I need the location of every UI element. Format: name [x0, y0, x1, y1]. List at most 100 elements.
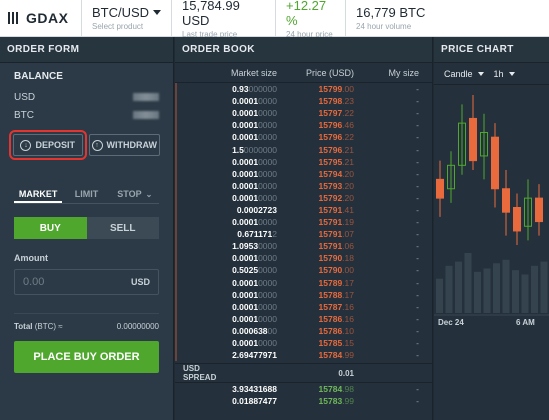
price: 15791.07 [277, 229, 354, 239]
chevron-down-icon [153, 10, 162, 15]
size-main: 0.0001 [232, 313, 259, 324]
order-book-row[interactable]: 1.50000000 15796.21- [175, 143, 432, 155]
size-trailing: 0000 [258, 180, 277, 191]
my-size: - [416, 301, 419, 312]
order-book-row[interactable]: 0.00010000 15796.46- [175, 119, 432, 131]
tab-limit[interactable]: LIMIT [62, 184, 110, 203]
order-book-row[interactable]: 0.00010000 15790.18- [175, 252, 432, 264]
last-trade-stat: 15,784.99 USD Last trade price [172, 0, 276, 39]
sell-button[interactable]: SELL [86, 217, 159, 239]
price-decimals: .10 [342, 325, 354, 336]
balance-currency: USD [14, 91, 36, 103]
price: 15798.23 [277, 96, 354, 106]
size-main: 0.0001 [232, 108, 259, 119]
order-book-row[interactable]: 0.50250000 15790.00- [175, 264, 432, 276]
interval-dropdown[interactable]: 1h [494, 69, 515, 79]
size-main: 3.93431688 [232, 384, 277, 395]
volume-bar [455, 261, 462, 313]
price: 15796.21 [277, 145, 354, 155]
market-size: 0.00010000 [175, 338, 277, 348]
size-main: 0.0001 [232, 217, 259, 228]
price-main: 15796 [318, 144, 343, 155]
my-size: - [416, 217, 419, 228]
order-book-row[interactable]: 0.0002723 15791.41- [175, 204, 432, 216]
order-book-row[interactable]: 2.69477971 15784.99- [175, 349, 432, 361]
buy-button[interactable]: BUY [14, 217, 87, 239]
price-main: 15786 [318, 325, 343, 336]
chart-controls: Candle 1h [434, 63, 549, 85]
size-main: 0.0001 [232, 96, 259, 107]
order-book-row[interactable]: 0.00010000 15796.22- [175, 131, 432, 143]
my-size: - [416, 96, 419, 107]
order-book-row[interactable]: 0.00010000 15791.19- [175, 216, 432, 228]
size-main: 0.0001 [232, 132, 259, 143]
size-trailing: 0000 [258, 277, 277, 288]
order-book-row[interactable]: 0.00010000 15787.16- [175, 301, 432, 313]
order-book-row[interactable]: 0.00010000 15794.20- [175, 168, 432, 180]
chevron-down-icon: ⌄ [145, 190, 153, 199]
size-trailing: 0000 [258, 253, 277, 264]
order-book-row[interactable]: 0.00010000 15789.17- [175, 277, 432, 289]
price-decimals: .07 [342, 229, 354, 240]
price-decimals: .16 [342, 301, 354, 312]
order-book-row[interactable]: 0.00063800 15786.10- [175, 325, 432, 337]
market-size: 0.00010000 [175, 120, 277, 130]
price-main: 15791 [318, 241, 343, 252]
gdax-logo[interactable]: GDAX [0, 0, 82, 36]
my-size: - [416, 338, 419, 349]
price-main: 15795 [318, 156, 343, 167]
size-main: 0.0001 [232, 338, 259, 349]
order-book-row[interactable]: 0.00010000 15792.20- [175, 192, 432, 204]
product-caption: Select product [92, 22, 144, 31]
change-value: +12.27 % [286, 0, 327, 28]
market-size: 0.00010000 [175, 314, 277, 324]
order-book-row[interactable]: 0.01887477 15783.99- [175, 395, 432, 407]
order-book-row[interactable]: 0.00010000 15786.16- [175, 313, 432, 325]
my-size: - [416, 204, 419, 215]
deposit-button[interactable]: ↓ DEPOSIT [9, 130, 87, 160]
balance-section: BALANCE USD BTC [0, 63, 173, 124]
order-book-row[interactable]: 1.09530000 15791.06- [175, 240, 432, 252]
order-book-row[interactable]: 0.6711712 15791.07- [175, 228, 432, 240]
market-size: 0.6711712 [175, 229, 277, 239]
price: 15796.46 [277, 120, 354, 130]
x-tick-label: 6 AM [516, 318, 535, 327]
tab-stop[interactable]: STOP ⌄ [111, 184, 159, 203]
amount-input[interactable]: 0.00 USD [14, 269, 159, 295]
size-trailing: 0000 [258, 338, 277, 349]
order-book-row[interactable]: 0.00010000 15798.23- [175, 95, 432, 107]
volume-bar [464, 253, 472, 313]
price: 15797.22 [277, 108, 354, 118]
price-main: 15790 [318, 265, 343, 276]
place-buy-order-button[interactable]: PLACE BUY ORDER [14, 341, 159, 373]
volume-bar [474, 271, 481, 313]
my-size: - [416, 253, 419, 264]
order-book-row[interactable]: 0.00010000 15793.20- [175, 180, 432, 192]
product-selector[interactable]: BTC/USD Select product [82, 0, 172, 36]
gdax-logo-icon [8, 11, 22, 25]
price-decimals: .15 [342, 338, 354, 349]
spread-value: 0.01 [338, 368, 354, 378]
price: 15792.20 [277, 193, 354, 203]
market-size: 3.93431688 [175, 384, 277, 394]
order-book-rows[interactable]: 0.93000000 15799.00-0.00010000 15798.23-0.… [175, 83, 432, 407]
order-book-row[interactable]: 0.00010000 15785.15- [175, 337, 432, 349]
chart-type-dropdown[interactable]: Candle [444, 69, 484, 79]
size-trailing: 0000 [258, 289, 277, 300]
tab-market[interactable]: MARKET [14, 184, 63, 203]
price: 15784.98 [277, 384, 354, 394]
order-book-title: ORDER BOOK [175, 37, 432, 63]
candlestick-chart[interactable]: Dec 24 6 AM [434, 85, 549, 385]
order-book-row[interactable]: 0.00010000 15797.22- [175, 107, 432, 119]
order-book-row[interactable]: 3.93431688 15784.98- [175, 383, 432, 395]
price-main: 15794 [318, 168, 343, 179]
order-book-row[interactable]: 0.00010000 15788.17- [175, 289, 432, 301]
size-main: 0.0001 [232, 180, 259, 191]
price-main: 15792 [318, 192, 343, 203]
order-book-row[interactable]: 0.00010000 15795.21- [175, 156, 432, 168]
order-book-row[interactable]: 0.93000000 15799.00- [175, 83, 432, 95]
price-decimals: .41 [342, 204, 354, 215]
price-decimals: .20 [342, 180, 354, 191]
price-decimals: .20 [342, 192, 354, 203]
withdraw-button[interactable]: ↑ WITHDRAW [88, 134, 160, 156]
